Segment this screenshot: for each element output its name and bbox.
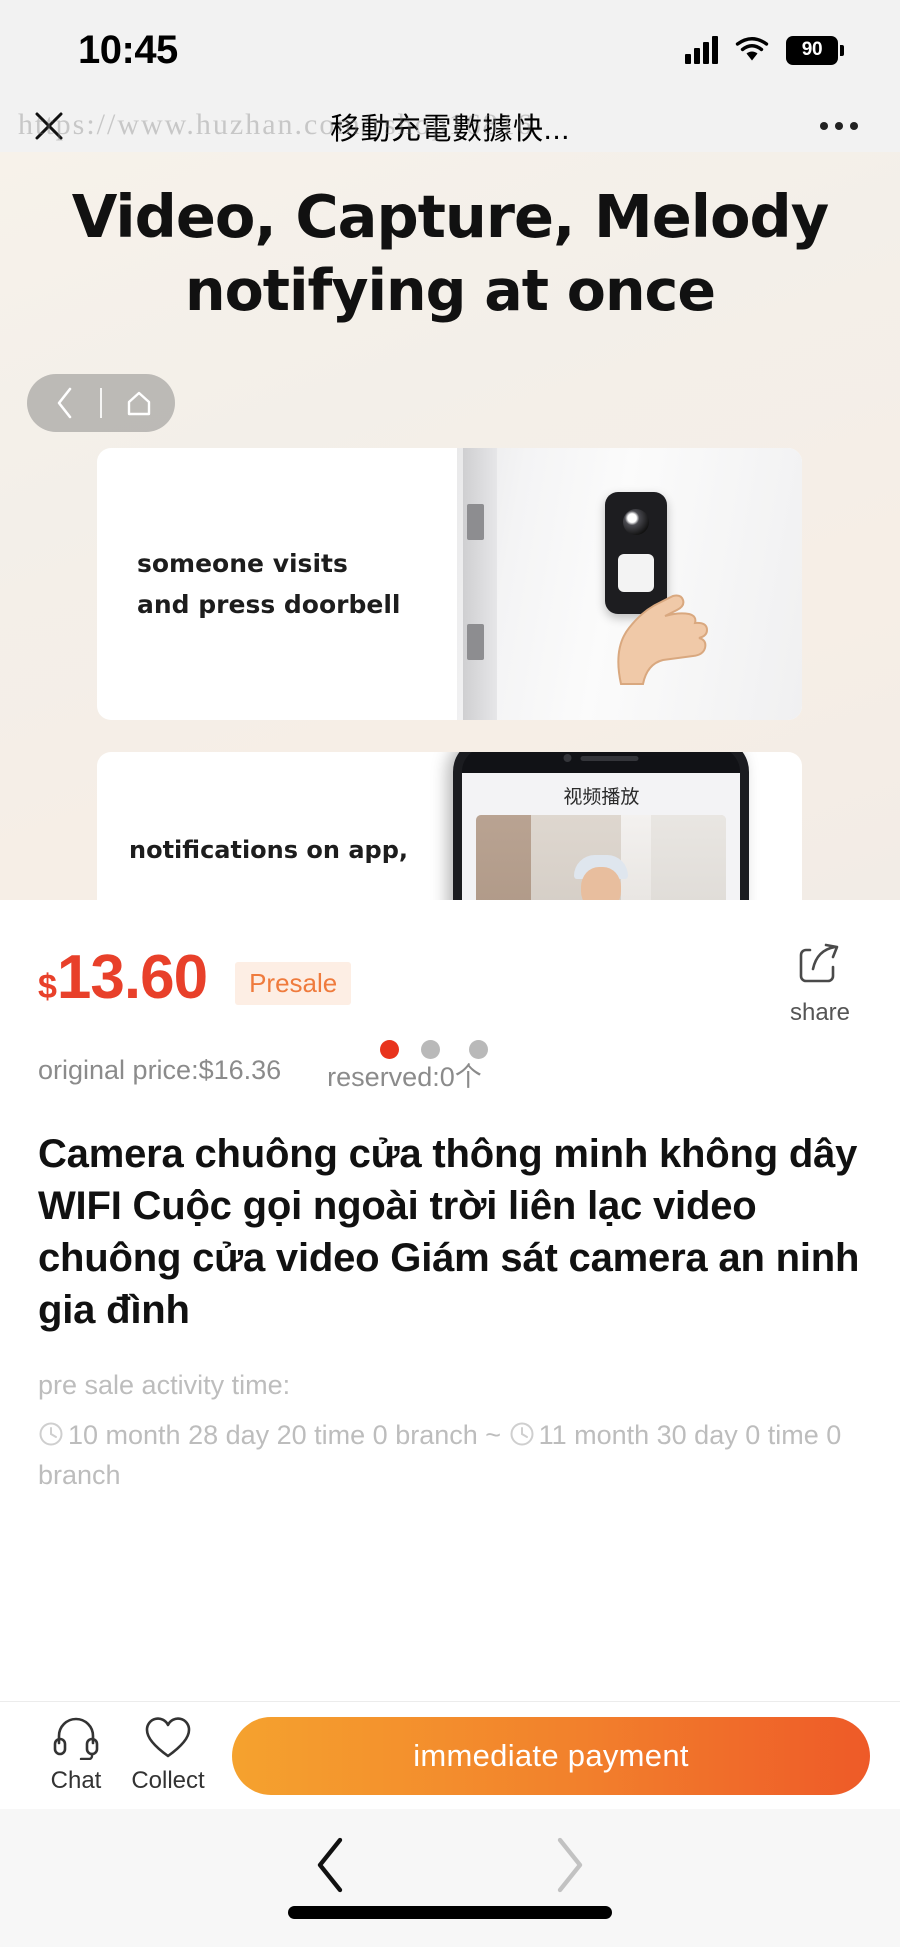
browser-forward-button[interactable] (548, 1835, 592, 1895)
battery-icon: 90 (786, 35, 844, 65)
status-bar: 10:45 90 (0, 0, 900, 100)
immediate-payment-button[interactable]: immediate payment (232, 1716, 870, 1795)
hand-pressing-icon (616, 594, 708, 685)
current-price: $ 13.60 (38, 942, 208, 1013)
carousel-indicator[interactable] (380, 1040, 440, 1059)
share-icon (799, 943, 839, 983)
price-row: $ 13.60 Presale share (38, 900, 862, 1027)
phone-mockup: 视频播放 12:46:50 (453, 752, 750, 900)
wifi-icon (735, 37, 769, 61)
phone-video-feed (476, 815, 727, 900)
collect-label: Collect (131, 1767, 205, 1794)
original-price: original price:$16.36 (38, 1055, 282, 1085)
secondary-price-row: original price:$16.36 reserved:0个 (38, 1055, 862, 1094)
share-label: share (789, 999, 851, 1026)
product-gallery[interactable]: Video, Capture, Melody notifying at once… (0, 152, 900, 900)
chat-button[interactable]: Chat (30, 1716, 122, 1795)
doorbell-camera-lens (622, 509, 649, 535)
door-frame (462, 448, 497, 720)
presale-badge: Presale (235, 962, 352, 1005)
battery-level: 90 (801, 39, 823, 60)
presale-separator: ~ (485, 1420, 502, 1450)
gallery-panel-doorbell: someone visits and press doorbell (97, 448, 802, 720)
nav-back-button[interactable] (27, 386, 100, 420)
gallery-panel-app: notifications on app, answer and start v… (97, 752, 802, 900)
currency-symbol: $ (38, 968, 57, 1006)
floating-nav-pill[interactable] (27, 374, 175, 432)
headset-icon (53, 1717, 99, 1761)
page-header: 移動充電數據快... (0, 100, 900, 152)
clock-icon (39, 1422, 63, 1446)
door-hinge (466, 504, 484, 540)
chevron-left-icon (57, 387, 71, 419)
phone-screen: 视频播放 12:46:50 (462, 773, 741, 900)
collect-button[interactable]: Collect (122, 1716, 214, 1795)
more-options-icon[interactable] (820, 122, 858, 130)
panel2-photo: 视频播放 12:46:50 (435, 752, 802, 900)
reserved-count: reserved:0个 (327, 1062, 482, 1092)
presale-time-label: pre sale activity time: (38, 1370, 291, 1400)
heart-icon (145, 1717, 191, 1758)
hero-line-1: Video, Capture, Melody (71, 182, 829, 251)
mobile-webview: 10:45 90 移動充電數據快... https://www.huzhan.c… (0, 0, 900, 1947)
share-button[interactable]: share (778, 942, 862, 1027)
close-icon[interactable] (32, 109, 66, 143)
bottom-action-bar: Chat Collect immediate payment (0, 1701, 900, 1809)
page-title: 移動充電數據快... (329, 113, 570, 146)
product-title: Camera chuông cửa thông minh không dây W… (38, 1132, 860, 1332)
nav-home-button[interactable] (102, 388, 175, 418)
product-info: $ 13.60 Presale share original price:$16… (0, 900, 900, 1495)
status-indicators: 90 (685, 35, 844, 65)
panel1-caption-line1: someone visits (137, 549, 348, 578)
panel1-photo (456, 448, 802, 720)
clock-icon (510, 1422, 534, 1446)
phone-screen-title: 视频播放 (563, 786, 640, 808)
panel2-caption: notifications on app, answer and start v… (97, 752, 435, 900)
status-time: 10:45 (78, 27, 178, 72)
panel1-caption-line2: and press doorbell (137, 590, 401, 619)
home-icon (127, 391, 150, 416)
presale-start: 10 month 28 day 20 time 0 branch (68, 1420, 478, 1450)
carousel-dot[interactable] (469, 1040, 488, 1059)
door-hinge (466, 624, 484, 660)
browser-navigation-bar (0, 1809, 900, 1947)
carousel-dot[interactable] (421, 1040, 440, 1059)
browser-back-button[interactable] (308, 1835, 352, 1895)
panel2-caption-line1: notifications on app, (129, 835, 408, 864)
home-indicator (288, 1906, 612, 1919)
phone-notch (563, 754, 639, 762)
hero-line-2: notifying at once (185, 258, 716, 324)
carousel-dot-active[interactable] (380, 1040, 399, 1059)
hero-headline: Video, Capture, Melody notifying at once (0, 152, 900, 328)
panel1-caption: someone visits and press doorbell (97, 448, 457, 720)
courier-figure (539, 851, 663, 900)
presale-time-value: 10 month 28 day 20 time 0 branch ~ 11 mo… (38, 1415, 862, 1495)
chat-label: Chat (50, 1767, 102, 1794)
price-value: 13.60 (56, 943, 208, 1012)
cellular-signal-icon (685, 36, 718, 64)
